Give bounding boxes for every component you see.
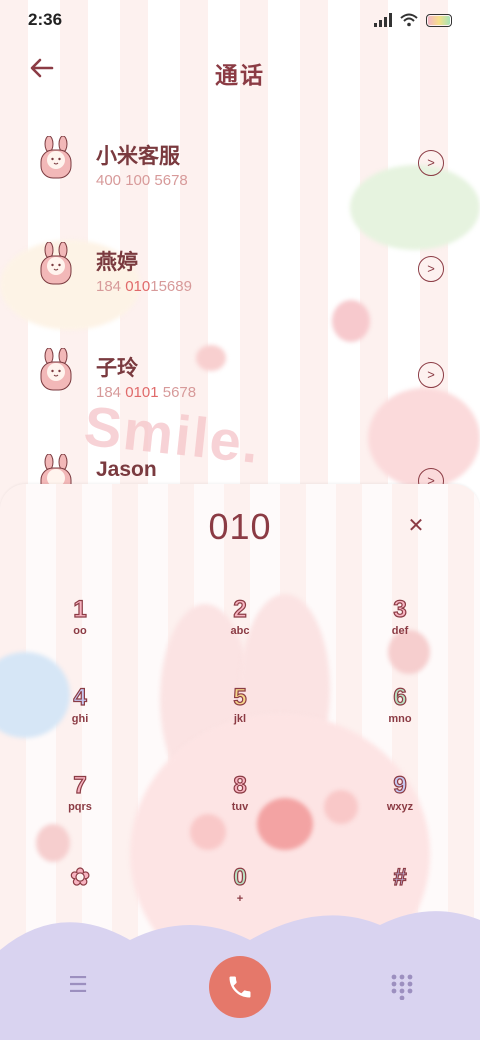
- key-4[interactable]: 4 ghi: [40, 683, 120, 744]
- contact-name: 子玲: [96, 357, 138, 380]
- key-6[interactable]: 6 mno: [360, 683, 440, 744]
- key-2[interactable]: 2 abc: [200, 595, 280, 656]
- status-bar: 2:36: [0, 0, 480, 40]
- key-star[interactable]: ✿: [40, 863, 120, 924]
- hamburger-menu-icon[interactable]: ☰: [64, 973, 92, 997]
- call-button[interactable]: [209, 956, 271, 1018]
- contact-number: 184 01015689: [96, 278, 192, 295]
- header: 通话: [0, 48, 480, 92]
- close-icon[interactable]: ✕: [404, 514, 428, 538]
- key-0[interactable]: 0 +: [200, 863, 280, 924]
- key-8[interactable]: 8 tuv: [200, 771, 280, 832]
- phone-icon: [229, 976, 251, 998]
- bunny-avatar-icon: [40, 348, 72, 391]
- contact-item[interactable]: 燕婷 184 01015689 >: [0, 234, 480, 330]
- contact-number: 400 100 5678: [96, 172, 188, 189]
- bunny-avatar-icon: [40, 242, 72, 285]
- key-3[interactable]: 3 def: [360, 595, 440, 656]
- key-hash[interactable]: #: [360, 863, 440, 924]
- contact-name: 燕婷: [96, 251, 138, 274]
- page-title: 通话: [215, 62, 265, 88]
- key-9[interactable]: 9 wxyz: [360, 771, 440, 832]
- contact-item[interactable]: 小米客服 400 100 5678 >: [0, 128, 480, 224]
- voicemail-icon: ᴏᴏ: [73, 625, 87, 637]
- key-5[interactable]: 5 jkl: [200, 683, 280, 744]
- chevron-right-icon[interactable]: >: [418, 150, 444, 176]
- status-icons: [374, 13, 452, 27]
- contact-number: 184 0101 5678: [96, 384, 197, 401]
- signal-icon: [374, 13, 392, 27]
- status-time: 2:36: [28, 10, 63, 29]
- chevron-right-icon[interactable]: >: [418, 362, 444, 388]
- flower-icon: ✿: [69, 863, 91, 891]
- battery-icon: [426, 13, 452, 27]
- bunny-avatar-icon: [40, 136, 72, 179]
- key-7[interactable]: 7 pqrs: [40, 771, 120, 832]
- contact-name: 小米客服: [96, 145, 180, 168]
- chevron-right-icon[interactable]: >: [418, 256, 444, 282]
- key-1[interactable]: 1 ᴏᴏ: [40, 595, 120, 656]
- dialpad-icon[interactable]: [388, 972, 416, 1000]
- dialer-panel: 010 ✕ 1 ᴏᴏ 2 abc 3 def 4 ghi 5 jkl 6 mno…: [0, 484, 480, 1040]
- contact-name: Jason: [96, 458, 157, 481]
- contact-item[interactable]: 子玲 184 0101 5678 >: [0, 340, 480, 436]
- bunny-cheek: [324, 790, 358, 824]
- wifi-icon: [400, 13, 418, 27]
